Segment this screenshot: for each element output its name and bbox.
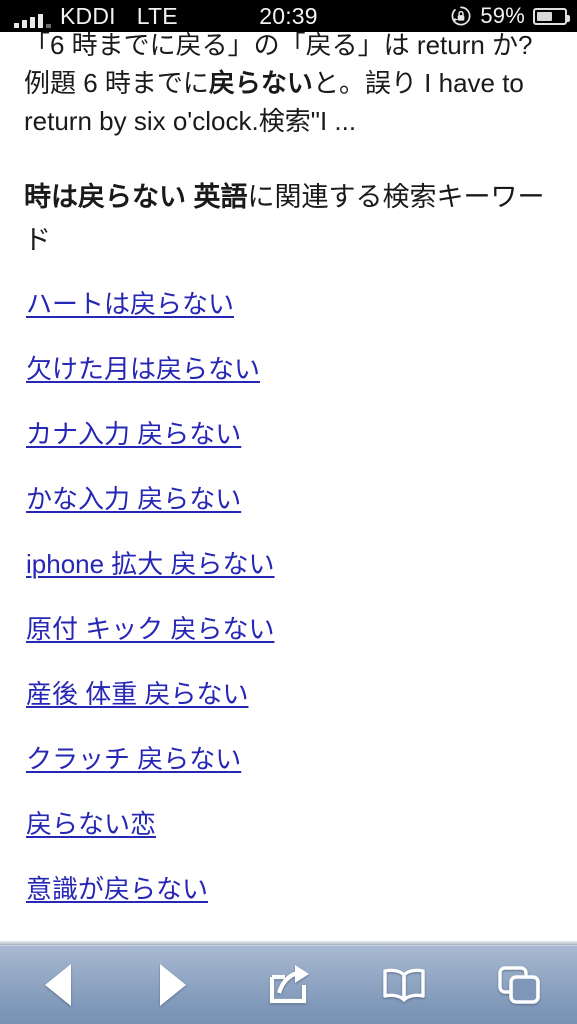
bookmarks-button[interactable] xyxy=(346,945,461,1024)
snippet-text-bold: 戻らない xyxy=(208,68,313,98)
web-page-content[interactable]: 「6 時までに戻る」の「戻る」は return か?例題 6 時までに戻らないと… xyxy=(0,32,577,944)
keyword-link[interactable]: 産後 体重 戻らない xyxy=(26,678,248,710)
keyword-link[interactable]: 戻らない恋 xyxy=(26,808,156,840)
battery-percent-label: 59% xyxy=(480,3,525,28)
browser-toolbar xyxy=(0,941,577,1024)
share-button[interactable] xyxy=(231,945,346,1024)
toolbar-top-divider xyxy=(0,941,577,945)
related-keywords-heading-query: 時は戻らない 英語 xyxy=(24,182,248,212)
list-item[interactable]: 原付 キック 戻らない xyxy=(0,613,577,678)
keyword-link[interactable]: 欠けた月は戻らない xyxy=(26,353,260,385)
keyword-link[interactable]: カナ入力 戻らない xyxy=(26,418,241,450)
forward-arrow-icon xyxy=(160,963,187,1006)
list-item[interactable]: 意識が戻らない xyxy=(0,873,577,938)
back-arrow-icon xyxy=(44,963,71,1006)
list-item[interactable]: カナ入力 戻らない xyxy=(0,418,577,483)
list-item[interactable]: 産後 体重 戻らない xyxy=(0,678,577,743)
tabs-icon xyxy=(498,965,541,1004)
forward-button[interactable] xyxy=(115,945,230,1024)
status-bar-right: 59% xyxy=(450,3,570,29)
related-keywords-list: ハートは戻らない 欠けた月は戻らない カナ入力 戻らない かな入力 戻らない i… xyxy=(0,288,577,938)
battery-icon xyxy=(533,7,570,25)
search-result-snippet: 「6 時までに戻る」の「戻る」は return か?例題 6 時までに戻らないと… xyxy=(0,32,577,140)
list-item[interactable]: ハートは戻らない xyxy=(0,288,577,353)
back-button[interactable] xyxy=(0,945,115,1024)
keyword-link[interactable]: かな入力 戻らない xyxy=(26,483,241,515)
safari-browser-screen: KDDI LTE 20:39 59% 「6 時までに戻る」の「戻る」は retu… xyxy=(0,0,577,1024)
tabs-button[interactable] xyxy=(462,945,577,1024)
keyword-link[interactable]: 原付 キック 戻らない xyxy=(26,613,274,645)
list-item[interactable]: クラッチ 戻らない xyxy=(0,743,577,808)
keyword-link[interactable]: iphone 拡大 戻らない xyxy=(26,548,275,580)
keyword-link[interactable]: クラッチ 戻らない xyxy=(26,743,241,775)
list-item[interactable]: 戻らない恋 xyxy=(0,808,577,873)
list-item[interactable]: かな入力 戻らない xyxy=(0,483,577,548)
list-item[interactable]: 欠けた月は戻らない xyxy=(0,353,577,418)
bookmarks-book-icon xyxy=(383,968,425,1002)
list-item[interactable]: iphone 拡大 戻らない xyxy=(0,548,577,613)
status-bar: KDDI LTE 20:39 59% xyxy=(0,0,577,32)
related-keywords-heading: 時は戻らない 英語に関連する検索キーワード xyxy=(24,176,553,262)
rotation-lock-icon xyxy=(451,6,471,26)
keyword-link[interactable]: 意識が戻らない xyxy=(26,873,208,905)
keyword-link[interactable]: ハートは戻らない xyxy=(26,288,234,320)
share-icon xyxy=(269,964,309,1003)
